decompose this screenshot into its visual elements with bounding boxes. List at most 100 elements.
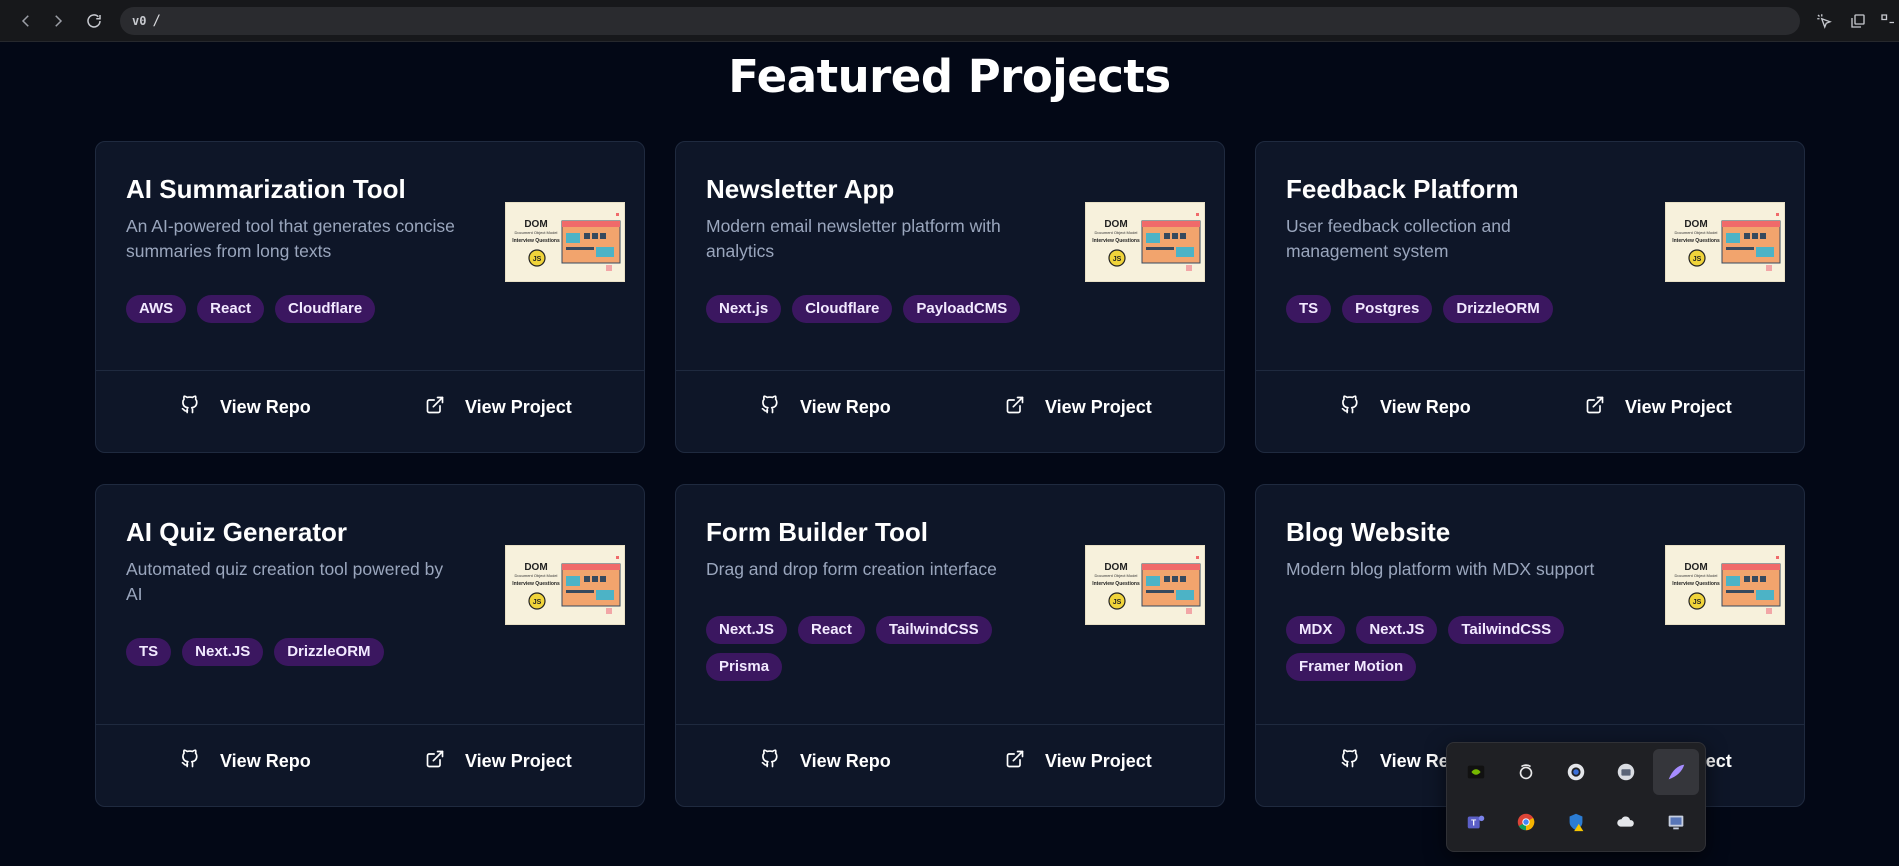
external-link-icon <box>1005 749 1025 774</box>
chrome-icon[interactable] <box>1503 799 1549 845</box>
copilot-icon[interactable] <box>1503 749 1549 795</box>
project-thumbnail: DOM Document Object Model Interview Ques… <box>505 202 625 282</box>
tech-tag: MDX <box>1286 616 1346 644</box>
copy-window-icon[interactable] <box>1846 9 1870 33</box>
onedrive-icon[interactable] <box>1603 799 1649 845</box>
github-icon <box>180 748 200 774</box>
back-icon[interactable] <box>14 9 38 33</box>
tech-tag: TS <box>1286 295 1332 323</box>
view-repo-label: View Repo <box>220 750 311 771</box>
display-icon[interactable] <box>1653 799 1699 845</box>
thumb-line1: DOM <box>1104 219 1127 230</box>
project-thumbnail: DOM Document Object Model Interview Ques… <box>505 545 625 625</box>
view-repo-button[interactable]: View Repo <box>180 385 311 429</box>
view-project-button[interactable]: View Project <box>1005 385 1152 429</box>
project-card: Newsletter App Modern email newsletter p… <box>675 141 1225 453</box>
view-project-label: View Project <box>465 396 572 417</box>
teams-icon[interactable]: T <box>1453 799 1499 845</box>
thumb-badge: JS <box>1693 256 1702 263</box>
view-project-label: View Project <box>465 750 572 771</box>
thumb-line3: Interview Questions <box>1672 581 1720 587</box>
project-description: Automated quiz creation tool powered by … <box>126 559 444 604</box>
tag-list: Next.js Cloudflare PayloadCMS <box>706 295 1066 323</box>
view-project-button[interactable]: View Project <box>425 739 572 783</box>
project-thumbnail: DOM Document Object Model Interview Ques… <box>1665 545 1785 625</box>
view-repo-button[interactable]: View Repo <box>180 739 311 783</box>
tag-list: TS Postgres DrizzleORM <box>1286 295 1646 323</box>
vpn-icon[interactable] <box>1603 749 1649 795</box>
defender-warning-icon[interactable] <box>1553 799 1599 845</box>
card-footer: View Repo View Project <box>96 724 644 806</box>
view-repo-button[interactable]: View Repo <box>760 739 891 783</box>
thumb-line3: Interview Questions <box>1092 238 1140 244</box>
external-link-icon <box>425 749 445 774</box>
thumb-badge: JS <box>1693 599 1702 606</box>
svg-text:T: T <box>1471 819 1476 828</box>
project-thumbnail: DOM Document Object Model Interview Ques… <box>1085 202 1205 282</box>
feather-icon[interactable] <box>1653 749 1699 795</box>
project-description: An AI-powered tool that generates concis… <box>126 216 455 261</box>
nvidia-icon[interactable] <box>1453 749 1499 795</box>
steam-icon[interactable] <box>1553 749 1599 795</box>
v0-logo-icon: v0 <box>132 14 147 28</box>
view-project-button[interactable]: View Project <box>1585 385 1732 429</box>
thumb-badge: JS <box>533 256 542 263</box>
expand-icon[interactable] <box>1876 9 1899 33</box>
tag-list: TS Next.JS DrizzleORM <box>126 638 486 666</box>
project-description: Modern blog platform with MDX support <box>1286 559 1595 579</box>
forward-icon[interactable] <box>46 9 70 33</box>
view-repo-button[interactable]: View Repo <box>760 385 891 429</box>
thumb-line2: Document Object Model <box>515 573 558 578</box>
thumb-line2: Document Object Model <box>1095 573 1138 578</box>
github-icon <box>760 748 780 774</box>
thumb-badge: JS <box>533 599 542 606</box>
tech-tag: Prisma <box>706 653 783 681</box>
tech-tag: AWS <box>126 295 187 323</box>
view-project-button[interactable]: View Project <box>425 385 572 429</box>
thumb-line1: DOM <box>524 219 547 230</box>
tech-tag: Framer Motion <box>1286 653 1417 681</box>
project-description: Drag and drop form creation interface <box>706 559 997 579</box>
tag-list: Next.JS React TailwindCSS Prisma <box>706 616 1066 681</box>
project-title: Newsletter App <box>706 174 895 204</box>
project-description: Modern email newsletter platform with an… <box>706 216 1001 261</box>
card-footer: View Repo View Project <box>96 370 644 452</box>
github-icon <box>180 394 200 420</box>
view-project-label: View Project <box>1045 750 1152 771</box>
project-card: Form Builder Tool Drag and drop form cre… <box>675 484 1225 807</box>
project-title: Feedback Platform <box>1286 174 1519 204</box>
tech-tag: React <box>197 295 265 323</box>
address-bar[interactable]: v0 / <box>120 7 1800 35</box>
external-link-icon <box>1585 395 1605 420</box>
thumb-line1: DOM <box>1684 562 1707 573</box>
tech-tag: DrizzleORM <box>274 638 384 666</box>
view-repo-label: View Repo <box>800 750 891 771</box>
thumb-line2: Document Object Model <box>515 230 558 235</box>
tech-tag: Next.js <box>706 295 782 323</box>
tech-tag: Next.JS <box>182 638 264 666</box>
tech-tag: Postgres <box>1342 295 1433 323</box>
tech-tag: Cloudflare <box>792 295 893 323</box>
thumb-line2: Document Object Model <box>1675 573 1718 578</box>
reload-icon[interactable] <box>82 9 106 33</box>
tech-tag: Next.JS <box>1356 616 1438 644</box>
external-link-icon <box>425 395 445 420</box>
tech-tag: React <box>798 616 865 644</box>
cursor-select-icon[interactable] <box>1812 9 1836 33</box>
card-footer: View Repo View Project <box>1256 370 1804 452</box>
url-text: / <box>152 13 161 29</box>
project-thumbnail: DOM Document Object Model Interview Ques… <box>1085 545 1205 625</box>
view-project-label: View Project <box>1625 396 1732 417</box>
view-repo-button[interactable]: View Repo <box>1340 385 1471 429</box>
section-title: Featured Projects <box>728 50 1171 103</box>
tech-tag: Cloudflare <box>275 295 376 323</box>
project-card: Feedback Platform User feedback collecti… <box>1255 141 1805 453</box>
project-thumbnail: DOM Document Object Model Interview Ques… <box>1665 202 1785 282</box>
project-description: User feedback collection and management … <box>1286 216 1511 261</box>
thumb-line3: Interview Questions <box>512 238 560 244</box>
github-icon <box>1340 394 1360 420</box>
tech-tag: TS <box>126 638 172 666</box>
thumb-line1: DOM <box>1104 562 1127 573</box>
card-footer: View Repo View Project <box>676 370 1224 452</box>
view-project-button[interactable]: View Project <box>1005 739 1152 783</box>
